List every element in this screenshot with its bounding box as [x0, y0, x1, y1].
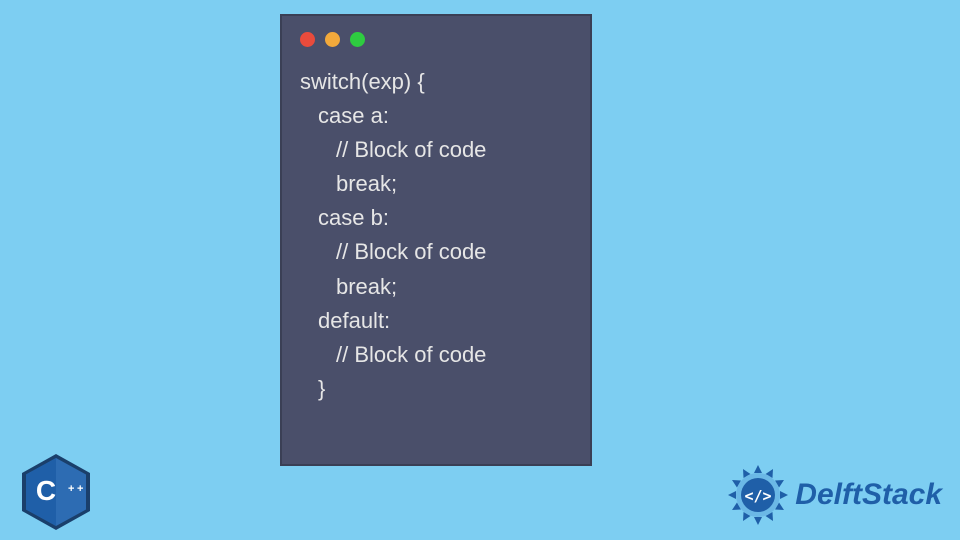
close-dot-icon — [300, 32, 315, 47]
code-line: break; — [300, 167, 580, 201]
maximize-dot-icon — [350, 32, 365, 47]
code-window: switch(exp) { case a: // Block of code b… — [280, 14, 592, 466]
code-line: default: — [300, 304, 580, 338]
code-line: } — [300, 372, 580, 406]
svg-text:C: C — [36, 475, 56, 506]
minimize-dot-icon — [325, 32, 340, 47]
code-line: // Block of code — [300, 133, 580, 167]
cpp-logo-icon: C + + — [22, 454, 90, 530]
code-line: break; — [300, 270, 580, 304]
code-body: switch(exp) { case a: // Block of code b… — [282, 47, 590, 416]
window-controls — [282, 16, 590, 47]
code-line: // Block of code — [300, 338, 580, 372]
svg-text:</>: </> — [745, 487, 772, 505]
code-line: case b: — [300, 201, 580, 235]
svg-text:+: + — [77, 483, 83, 495]
code-line: case a: — [300, 99, 580, 133]
code-line: // Block of code — [300, 235, 580, 269]
code-line: switch(exp) { — [300, 65, 580, 99]
brand: </> DelftStack — [727, 464, 942, 526]
svg-text:+: + — [68, 483, 74, 495]
brand-name: DelftStack — [795, 478, 942, 512]
brand-gear-icon: </> — [727, 464, 789, 526]
